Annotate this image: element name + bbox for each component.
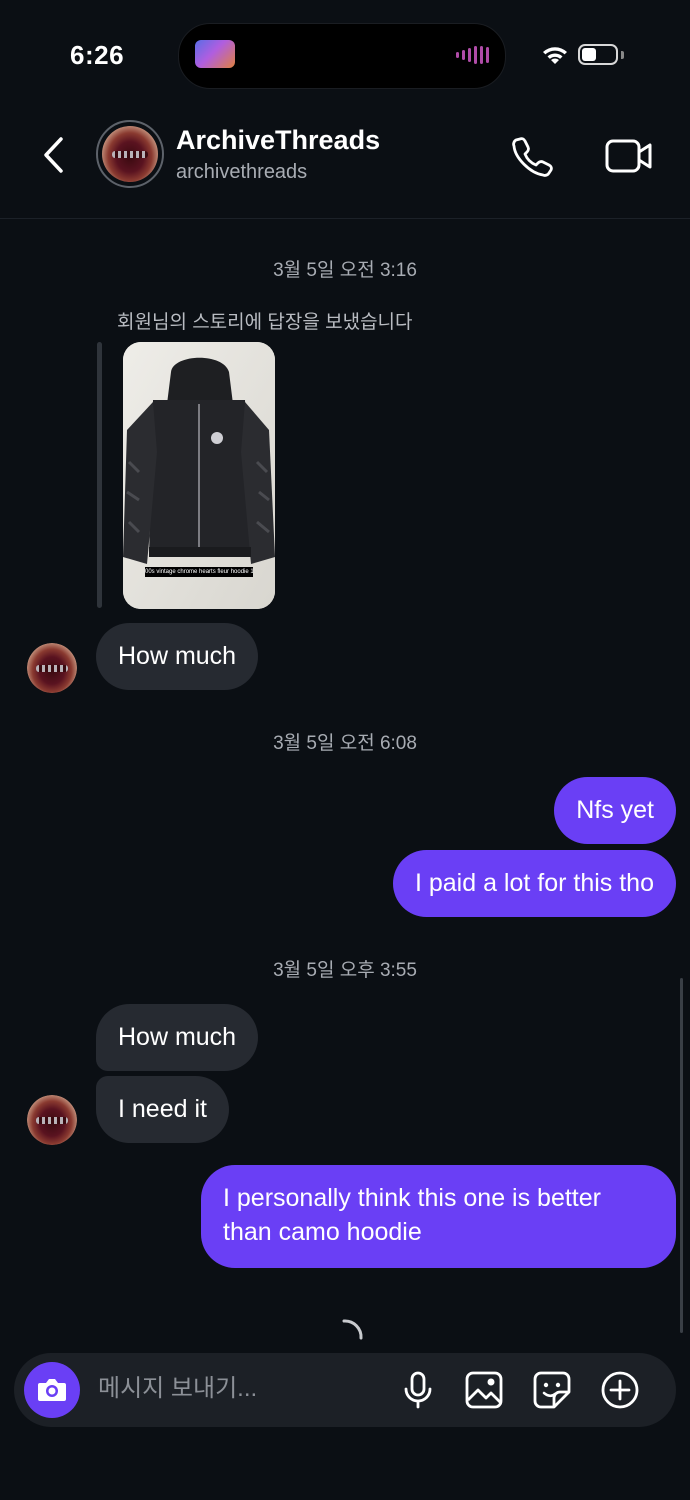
timestamp: 3월 5일 오전 6:08 [273,733,417,754]
story-reply-note: 회원님의 스토리에 답장을 보냈습니다 [117,312,413,333]
message-line: I personally think this one is better [223,1184,601,1212]
battery-icon [578,44,618,65]
wifi-icon [543,47,567,64]
status-time: 6:26 [70,40,125,70]
video-call-icon[interactable] [604,136,654,176]
message-bubble-outgoing[interactable]: Nfs yet [554,777,676,844]
chat-header: ArchiveThreads archivethreads [0,100,690,219]
message-composer [14,1353,676,1427]
camera-icon [38,1379,66,1401]
profile-avatar[interactable] [96,120,164,188]
scrollbar[interactable] [680,978,683,1333]
story-caption: 00s vintage chrome hearts fleur hoodie 1… [145,569,253,575]
audio-waveform-icon [456,46,489,64]
avatar-image [27,1095,77,1145]
avatar-image [102,126,158,182]
phone-icon[interactable] [510,134,554,178]
message-bubble-outgoing[interactable]: I paid a lot for this tho [392,850,676,917]
battery-cap [621,51,624,59]
loading-spinner-icon [342,1319,363,1340]
contact-handle[interactable]: archivethreads [176,161,307,184]
sender-avatar[interactable] [27,643,77,693]
story-reply-indicator [97,342,102,608]
message-bubble-outgoing[interactable]: I personally think this one is better th… [201,1165,676,1268]
back-icon[interactable] [38,135,72,175]
camera-button[interactable] [24,1362,80,1418]
now-playing-thumbnail [195,40,235,68]
message-bubble-incoming[interactable]: How much [96,623,259,690]
dynamic-island [178,23,506,89]
message-bubble-incoming[interactable]: I need it [96,1076,229,1143]
gallery-icon[interactable] [464,1370,504,1410]
message-input[interactable] [98,1375,388,1403]
timestamp: 3월 5일 오후 3:55 [273,960,417,981]
message-bubble-incoming[interactable]: How much [96,1004,259,1071]
avatar-image [27,643,77,693]
sticker-icon[interactable] [532,1370,572,1410]
contact-name[interactable]: ArchiveThreads [176,125,380,156]
sender-avatar[interactable] [27,1095,77,1145]
microphone-icon[interactable] [398,1370,438,1410]
plus-icon[interactable] [600,1370,640,1410]
message-line: than camo hoodie [223,1218,422,1246]
timestamp: 3월 5일 오전 3:16 [273,260,417,281]
